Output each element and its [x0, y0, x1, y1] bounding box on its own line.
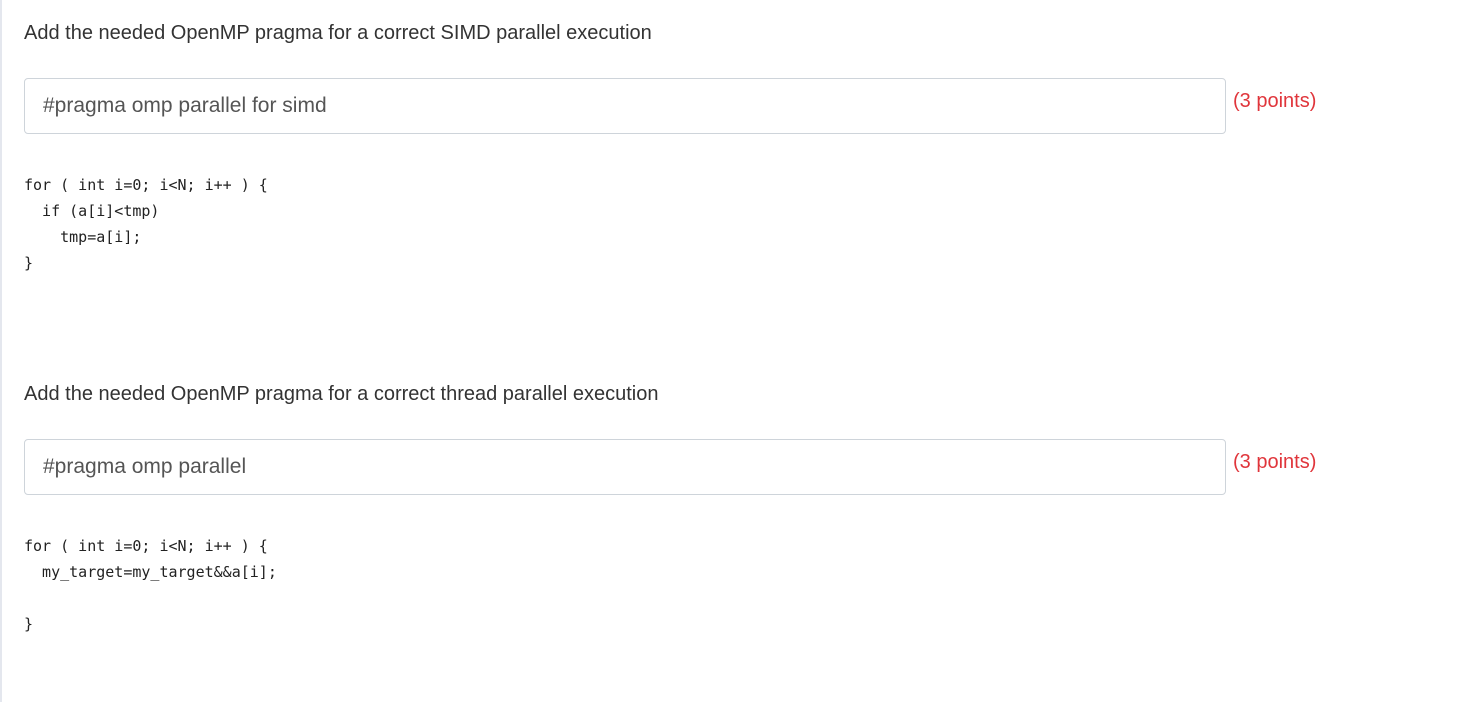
question-1-answer-row: (3 points) [24, 78, 1404, 134]
question-2-answer-input[interactable] [24, 439, 1226, 495]
question-1-code-block: for ( int i=0; i<N; i++ ) { if (a[i]<tmp… [24, 172, 1404, 276]
code-line: } [24, 615, 34, 633]
question-2-points-label: (3 points) [1233, 451, 1317, 473]
code-line: for ( int i=0; i<N; i++ ) { [24, 537, 268, 555]
code-line: tmp=a[i]; [24, 228, 142, 246]
left-border-rule [0, 0, 2, 702]
question-2-prompt: Add the needed OpenMP pragma for a corre… [24, 383, 659, 405]
question-2-answer-row: (3 points) [24, 439, 1404, 495]
question-2: Add the needed OpenMP pragma for a corre… [24, 381, 1404, 637]
question-1-points-label: (3 points) [1233, 90, 1317, 112]
question-1-answer-input[interactable] [24, 78, 1226, 134]
code-line: if (a[i]<tmp) [24, 202, 160, 220]
code-line: my_target=my_target&&a[i]; [24, 563, 277, 581]
question-1: Add the needed OpenMP pragma for a corre… [24, 20, 1404, 276]
code-line: } [24, 254, 34, 272]
question-2-code-block: for ( int i=0; i<N; i++ ) { my_target=my… [24, 533, 1404, 637]
question-1-prompt: Add the needed OpenMP pragma for a corre… [24, 22, 652, 44]
code-line: for ( int i=0; i<N; i++ ) { [24, 176, 268, 194]
